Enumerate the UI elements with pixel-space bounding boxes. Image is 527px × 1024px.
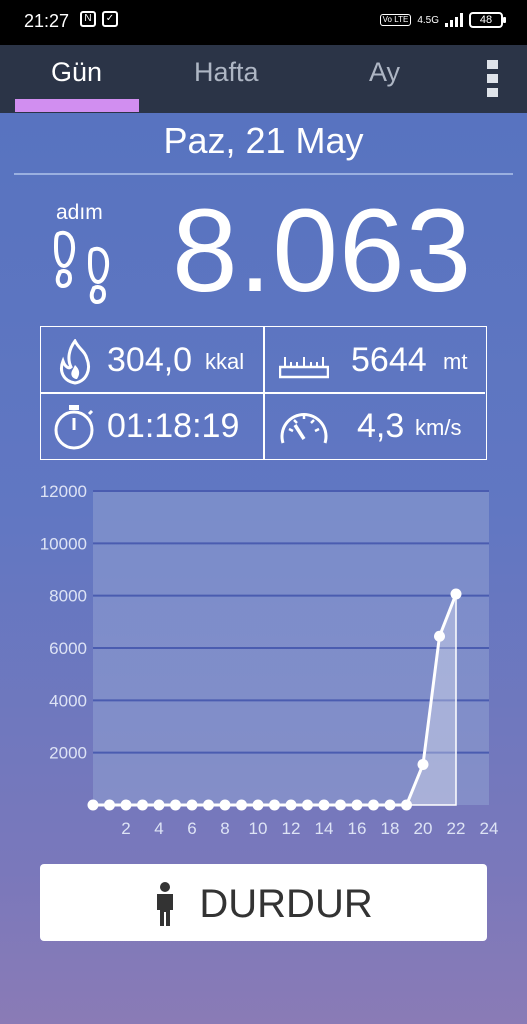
- x-tick-label: 6: [187, 819, 196, 838]
- y-tick-label: 4000: [49, 691, 87, 710]
- data-point: [269, 799, 280, 811]
- y-tick-label: 2000: [49, 744, 87, 763]
- x-tick-label: 18: [381, 819, 400, 838]
- volte-icon: Vo LTE: [379, 14, 412, 26]
- data-point: [104, 799, 115, 811]
- duration-value: 01:18:19: [107, 407, 240, 445]
- overflow-menu-icon[interactable]: [487, 60, 501, 100]
- divider: [14, 173, 513, 175]
- x-tick-label: 16: [348, 819, 367, 838]
- distance-unit: mt: [443, 349, 468, 374]
- x-tick-label: 14: [315, 819, 334, 838]
- data-point: [384, 799, 396, 811]
- y-tick-label: 8000: [49, 587, 87, 606]
- signal-icon: [445, 13, 463, 27]
- y-tick-label: 10000: [40, 534, 87, 553]
- data-point: [186, 799, 198, 811]
- y-tick-label: 12000: [40, 482, 87, 501]
- status-time: 21:27: [24, 11, 70, 31]
- x-tick-label: 8: [220, 819, 229, 838]
- data-point: [203, 799, 214, 811]
- person-icon: [157, 882, 174, 927]
- speed-value: 4,3: [357, 407, 405, 445]
- speed-unit: km/s: [415, 415, 462, 440]
- nfc-icon: N: [80, 11, 96, 27]
- ruler-icon: [279, 357, 329, 379]
- data-point: [351, 799, 363, 811]
- notification-icon: ✓: [102, 11, 118, 27]
- stop-button-label: DURDUR: [199, 881, 373, 926]
- tab-month[interactable]: Ay: [369, 57, 400, 88]
- speedometer-icon: [280, 412, 328, 444]
- data-point: [302, 799, 313, 811]
- data-point: [236, 799, 247, 811]
- y-tick-label: 6000: [49, 639, 87, 658]
- data-point: [417, 758, 429, 770]
- x-tick-label: 12: [282, 819, 301, 838]
- distance-value: 5644: [351, 341, 427, 379]
- tab-day[interactable]: Gün: [51, 57, 102, 88]
- data-point: [434, 630, 445, 642]
- x-tick-label: 4: [154, 819, 163, 838]
- x-tick-label: 10: [249, 819, 268, 838]
- data-point: [153, 799, 165, 811]
- calories-value: 304,0: [107, 341, 193, 379]
- steps-label: adım: [56, 201, 103, 224]
- data-point: [285, 799, 297, 811]
- x-tick-label: 2: [121, 819, 130, 838]
- footprints-icon: [53, 230, 110, 305]
- data-point: [219, 799, 231, 811]
- network-type: 4.5G: [417, 14, 439, 26]
- data-point: [335, 799, 346, 811]
- x-tick-label: 22: [447, 819, 466, 838]
- stop-button[interactable]: DURDUR: [40, 864, 487, 941]
- hourly-steps-chart: 120001000080006000400020002 4 6 8 10 12 14 16 18…: [40, 482, 499, 838]
- data-point: [87, 799, 99, 811]
- data-point: [137, 799, 148, 811]
- data-point: [252, 799, 264, 811]
- step-count: 8.063: [172, 185, 473, 317]
- data-point: [401, 799, 412, 811]
- x-tick-label: 20: [414, 819, 433, 838]
- calories-unit: kkal: [205, 349, 245, 374]
- stats-grid: 304,0 kkal 5644 mt 01:18:19 4,3 km/s: [40, 326, 487, 460]
- data-point: [368, 799, 379, 811]
- tab-week[interactable]: Hafta: [194, 57, 259, 88]
- date-title: Paz, 21 May: [163, 120, 364, 161]
- x-tick-label: 24: [480, 819, 499, 838]
- flame-icon: [60, 339, 90, 385]
- data-point: [170, 799, 181, 811]
- data-point: [120, 799, 132, 811]
- data-point: [318, 799, 330, 811]
- stopwatch-icon: [54, 405, 94, 450]
- battery-icon: 48: [469, 12, 506, 28]
- data-point: [450, 588, 462, 600]
- active-tab-indicator: [15, 99, 139, 112]
- status-bar: 21:27 N ✓ Vo LTE 4.5G 48: [0, 0, 527, 45]
